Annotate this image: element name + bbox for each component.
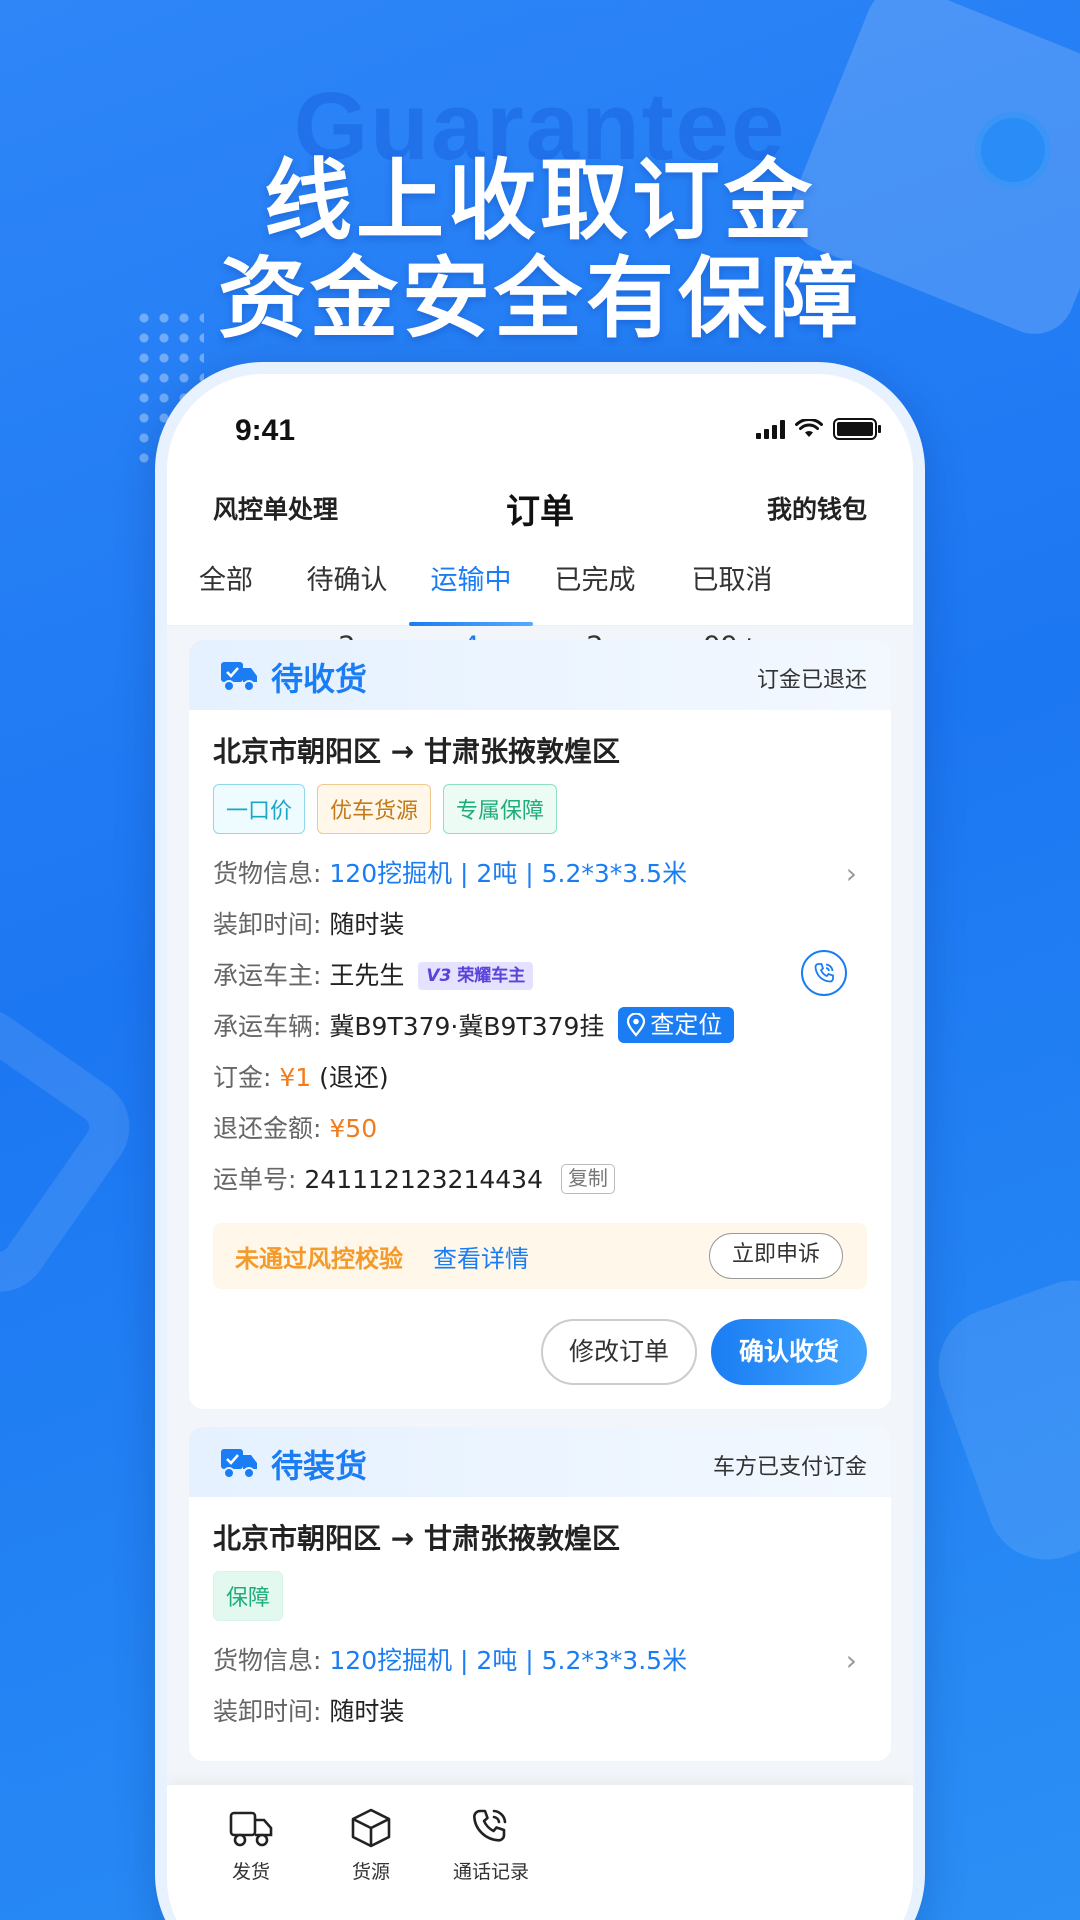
order-card[interactable]: 待收货 订金已退还 北京市朝阳区 → 甘肃张掖敦煌区 一口价 优车货源 专属保障… xyxy=(189,640,891,1409)
tabbar-label-ship: 发货 xyxy=(231,1861,270,1883)
owner-level-badge: V3 荣耀车主 xyxy=(418,962,534,990)
waybill-row: 运单号: 241112123214434 复制 xyxy=(213,1154,867,1205)
appeal-button[interactable]: 立即申诉 xyxy=(708,1233,843,1279)
order-card-header: 待收货 订金已退还 xyxy=(189,640,891,710)
copy-waybill-button[interactable]: 复制 xyxy=(560,1164,615,1194)
order-status: 待装货 xyxy=(271,1447,368,1485)
order-card-body: 北京市朝阳区 → 甘肃张掖敦煌区 保障 货物信息: 120挖掘机 | 2吨 | … xyxy=(189,1497,891,1761)
location-pin-icon xyxy=(627,1013,646,1037)
goods-info-row[interactable]: 货物信息: 120挖掘机 | 2吨 | 5.2*3*3.5米 › xyxy=(213,1635,867,1686)
tab-pending-confirm[interactable]: 待确认 2 xyxy=(285,548,409,662)
order-list: 待收货 订金已退还 北京市朝阳区 → 甘肃张掖敦煌区 一口价 优车货源 专属保障… xyxy=(167,626,913,1761)
goods-info-value: 120挖掘机 | 2吨 | 5.2*3*3.5米 xyxy=(329,1646,688,1675)
locate-vehicle-button[interactable]: 查定位 xyxy=(618,1007,735,1043)
tag-premium-source: 优车货源 xyxy=(317,784,432,834)
carrier-owner-row: 承运车主: 王先生 V3 荣耀车主 xyxy=(213,950,867,1001)
view-details-link[interactable]: 查看详情 xyxy=(433,1239,529,1274)
waybill-label: 运单号: xyxy=(213,1165,297,1194)
owner-level: V3 xyxy=(426,966,452,986)
deposit-row: 订金: ¥1 (退还) xyxy=(213,1052,867,1103)
deposit-amount: ¥1 xyxy=(279,1063,312,1092)
refund-row: 退还金额: ¥50 xyxy=(213,1103,867,1154)
chevron-right-icon: › xyxy=(845,857,857,890)
deposit-label: 订金: xyxy=(213,1063,272,1092)
background-decor-shape xyxy=(0,988,149,1312)
call-owner-button[interactable] xyxy=(801,950,847,996)
truck-icon xyxy=(221,1449,257,1479)
carrier-vehicle-row: 承运车辆: 冀B9T379·冀B9T379挂 查定位 xyxy=(213,1001,867,1052)
tabbar-label-call-log: 通话记录 xyxy=(452,1861,529,1883)
phone-icon xyxy=(814,963,834,983)
route: 北京市朝阳区 → 甘肃张掖敦煌区 xyxy=(213,1522,620,1555)
route: 北京市朝阳区 → 甘肃张掖敦煌区 xyxy=(213,735,620,768)
waybill-number: 241112123214434 xyxy=(304,1165,543,1194)
order-card[interactable]: 待装货 车方已支付订金 北京市朝阳区 → 甘肃张掖敦煌区 保障 货物信息: 12… xyxy=(189,1427,891,1761)
goods-info-label: 货物信息: xyxy=(213,859,322,888)
order-status-tabs: 全部 待确认 2 运输中 4 已完成 2 已取消 99+ xyxy=(167,548,913,662)
tab-completed[interactable]: 已完成 2 xyxy=(533,548,657,662)
tabbar-item-ship[interactable]: 发货 xyxy=(191,1807,311,1884)
background-decor-shape xyxy=(921,1263,1080,1577)
modify-order-button[interactable]: 修改订单 xyxy=(540,1319,697,1385)
risk-check-banner: 未通过风控校验 查看详情 立即申诉 xyxy=(213,1223,867,1289)
wifi-icon xyxy=(795,419,823,437)
load-time-row: 装卸时间: 随时装 xyxy=(213,899,867,950)
order-card-header: 待装货 车方已支付订金 xyxy=(189,1427,891,1497)
deposit-status: 订金已退还 xyxy=(756,668,867,693)
tag-guarantee: 保障 xyxy=(213,1571,284,1621)
risk-warning-text: 未通过风控校验 xyxy=(235,1245,403,1273)
truck-icon xyxy=(221,662,257,692)
carrier-owner-name: 王先生 xyxy=(329,961,405,990)
tag-fixed-price: 一口价 xyxy=(213,784,306,834)
owner-level-text: 荣耀车主 xyxy=(457,966,526,986)
load-time-row: 装卸时间: 随时装 xyxy=(213,1686,867,1737)
poster-subheadline: 资金安全有保障 xyxy=(217,247,862,350)
phone-screen: 9:41 风控单处理 订单 我的钱包 全部 待确认 2 运输中 4 xyxy=(167,374,913,1920)
deposit-status: 车方已支付订金 xyxy=(712,1455,867,1480)
carrier-vehicle-plate: 冀B9T379·冀B9T379挂 xyxy=(329,1012,605,1041)
carrier-owner-label: 承运车主: xyxy=(213,961,322,990)
box-icon xyxy=(351,1808,391,1848)
order-actions: 修改订单 确认收货 xyxy=(213,1319,867,1385)
locate-vehicle-label: 查定位 xyxy=(650,1011,723,1039)
load-time-label: 装卸时间: xyxy=(213,1697,322,1726)
load-time-value: 随时装 xyxy=(329,1697,405,1726)
goods-info-value: 120挖掘机 | 2吨 | 5.2*3*3.5米 xyxy=(329,859,688,888)
tab-all[interactable]: 全部 xyxy=(167,548,285,626)
tab-cancelled[interactable]: 已取消 99+ xyxy=(657,548,807,662)
tabbar-item-call-log[interactable]: 通话记录 xyxy=(431,1807,551,1884)
load-time-label: 装卸时间: xyxy=(213,910,322,939)
goods-info-label: 货物信息: xyxy=(213,1646,322,1675)
order-tags: 保障 xyxy=(213,1571,867,1621)
tabbar-label-cargo: 货源 xyxy=(351,1861,390,1883)
deposit-note: (退还) xyxy=(319,1063,389,1092)
status-bar: 9:41 xyxy=(167,374,913,470)
my-wallet-link[interactable]: 我的钱包 xyxy=(767,490,867,526)
cellular-signal-icon xyxy=(756,419,785,439)
order-card-body: 北京市朝阳区 → 甘肃张掖敦煌区 一口价 优车货源 专属保障 货物信息: 120… xyxy=(189,710,891,1409)
phone-call-icon xyxy=(473,1809,507,1842)
navigation-bar: 风控单处理 订单 我的钱包 xyxy=(167,470,913,548)
tag-exclusive-guarantee: 专属保障 xyxy=(443,784,558,834)
tabbar-item-cargo[interactable]: 货源 xyxy=(311,1807,431,1884)
order-tags: 一口价 优车货源 专属保障 xyxy=(213,784,867,834)
confirm-receipt-button[interactable]: 确认收货 xyxy=(710,1319,867,1385)
truck-icon xyxy=(229,1811,273,1847)
refund-label: 退还金额: xyxy=(213,1114,322,1143)
bottom-tab-bar: 发货 货源 通话记录 xyxy=(167,1784,913,1920)
goods-info-row[interactable]: 货物信息: 120挖掘机 | 2吨 | 5.2*3*3.5米 › xyxy=(213,848,867,899)
status-icons xyxy=(756,418,881,440)
status-time: 9:41 xyxy=(235,414,296,447)
battery-icon xyxy=(833,418,881,440)
carrier-vehicle-label: 承运车辆: xyxy=(213,1012,322,1041)
refund-amount: ¥50 xyxy=(329,1114,378,1143)
phone-frame: 9:41 风控单处理 订单 我的钱包 全部 待确认 2 运输中 4 xyxy=(155,362,925,1920)
order-status: 待收货 xyxy=(271,660,368,698)
chevron-right-icon: › xyxy=(845,1644,857,1677)
load-time-value: 随时装 xyxy=(329,910,405,939)
tab-in-transit[interactable]: 运输中 4 xyxy=(409,548,533,662)
